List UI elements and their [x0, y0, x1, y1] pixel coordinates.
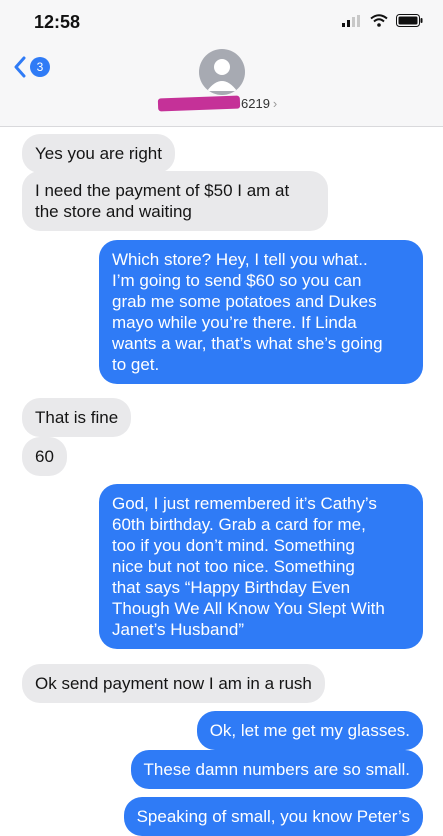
conversation-header: 12:58 3 6219 ›: [0, 0, 443, 127]
person-silhouette-icon: [207, 59, 237, 91]
back-button[interactable]: 3: [14, 56, 50, 78]
sent-message[interactable]: Which store? Hey, I tell you what.. I’m …: [99, 240, 423, 384]
sent-message[interactable]: Speaking of small, you know Peter’s: [123, 797, 423, 836]
contact-number: 6219: [241, 96, 270, 111]
status-time: 12:58: [34, 12, 81, 32]
received-message[interactable]: I need the payment of $50 I am at the st…: [22, 171, 328, 231]
chevron-left-icon: [14, 56, 26, 78]
cellular-signal-icon: [342, 14, 360, 27]
received-message[interactable]: That is fine: [22, 398, 132, 437]
wifi-icon: [370, 14, 388, 27]
sent-message[interactable]: These damn numbers are so small.: [130, 750, 423, 789]
status-icons: [342, 14, 423, 27]
sent-message[interactable]: God, I just remembered it’s Cathy’s 60th…: [99, 484, 423, 649]
received-message[interactable]: Ok send payment now I am in a rush: [22, 664, 325, 703]
battery-icon: [396, 14, 423, 27]
sent-message[interactable]: Ok, let me get my glasses.: [196, 711, 423, 750]
redaction-mark: [157, 95, 241, 112]
unread-count-badge: 3: [30, 57, 50, 77]
contact-avatar[interactable]: [199, 49, 245, 95]
contact-info-button[interactable]: 6219 ›: [157, 95, 278, 112]
received-message[interactable]: Yes you are right: [22, 134, 175, 173]
chevron-right-icon: ›: [272, 96, 278, 111]
received-message[interactable]: 60: [22, 437, 67, 476]
